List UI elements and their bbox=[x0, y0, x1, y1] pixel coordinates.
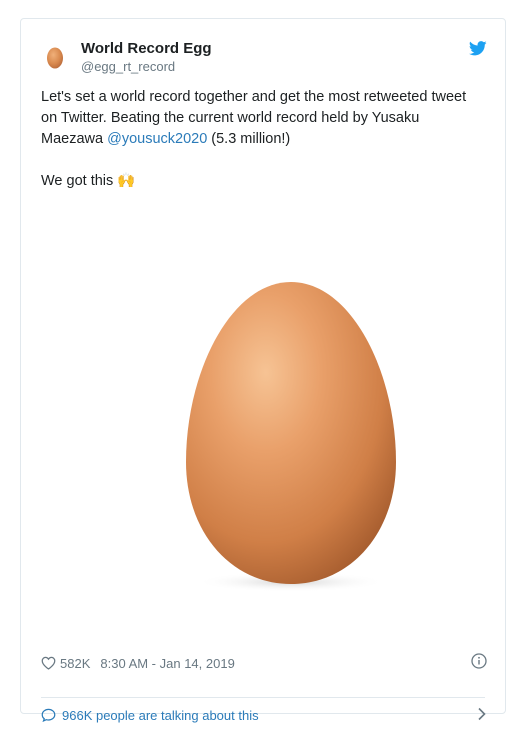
tweet-text: Let's set a world record together and ge… bbox=[41, 87, 491, 192]
tweet-text-line: on Twitter. Beating the current world re… bbox=[41, 110, 420, 126]
timestamp[interactable]: 8:30 AM - Jan 14, 2019 bbox=[100, 656, 234, 671]
info-icon[interactable] bbox=[471, 653, 487, 672]
raised-hands-emoji: 🙌 bbox=[117, 173, 136, 189]
text-segment: We got this bbox=[41, 173, 118, 189]
tweet-text-line: Let's set a world record together and ge… bbox=[41, 89, 467, 105]
heart-icon bbox=[41, 656, 56, 670]
author-name[interactable]: World Record Egg bbox=[81, 40, 212, 57]
chevron-right-icon[interactable] bbox=[477, 707, 487, 724]
conversation-link[interactable]: 966K people are talking about this bbox=[41, 705, 487, 725]
divider bbox=[41, 697, 485, 698]
text-segment: (5.3 million!) bbox=[207, 131, 291, 147]
tweet-card: World Record Egg @egg_rt_record Let's se… bbox=[20, 18, 506, 723]
avatar[interactable] bbox=[41, 43, 69, 71]
egg-avatar-icon bbox=[47, 47, 63, 69]
like-count: 582K bbox=[60, 655, 91, 671]
mention-link[interactable]: @yousuck2020 bbox=[107, 131, 207, 147]
speech-bubble-icon bbox=[41, 708, 56, 722]
talking-count: 966K people are talking about this bbox=[62, 707, 259, 723]
author-handle[interactable]: @egg_rt_record bbox=[81, 59, 175, 74]
like-button[interactable]: 582K bbox=[41, 656, 90, 671]
tweet-header: World Record Egg @egg_rt_record bbox=[41, 37, 487, 77]
twitter-bird-icon[interactable] bbox=[468, 41, 487, 61]
tweet-text-line: We got this 🙌 bbox=[41, 171, 491, 192]
tweet-meta: 582K 8:30 AM - Jan 14, 2019 bbox=[41, 653, 487, 673]
egg-photo[interactable] bbox=[41, 212, 487, 648]
tweet-text-line: Maezawa @yousuck2020 (5.3 million!) bbox=[41, 129, 491, 150]
text-segment: Maezawa bbox=[41, 131, 108, 147]
